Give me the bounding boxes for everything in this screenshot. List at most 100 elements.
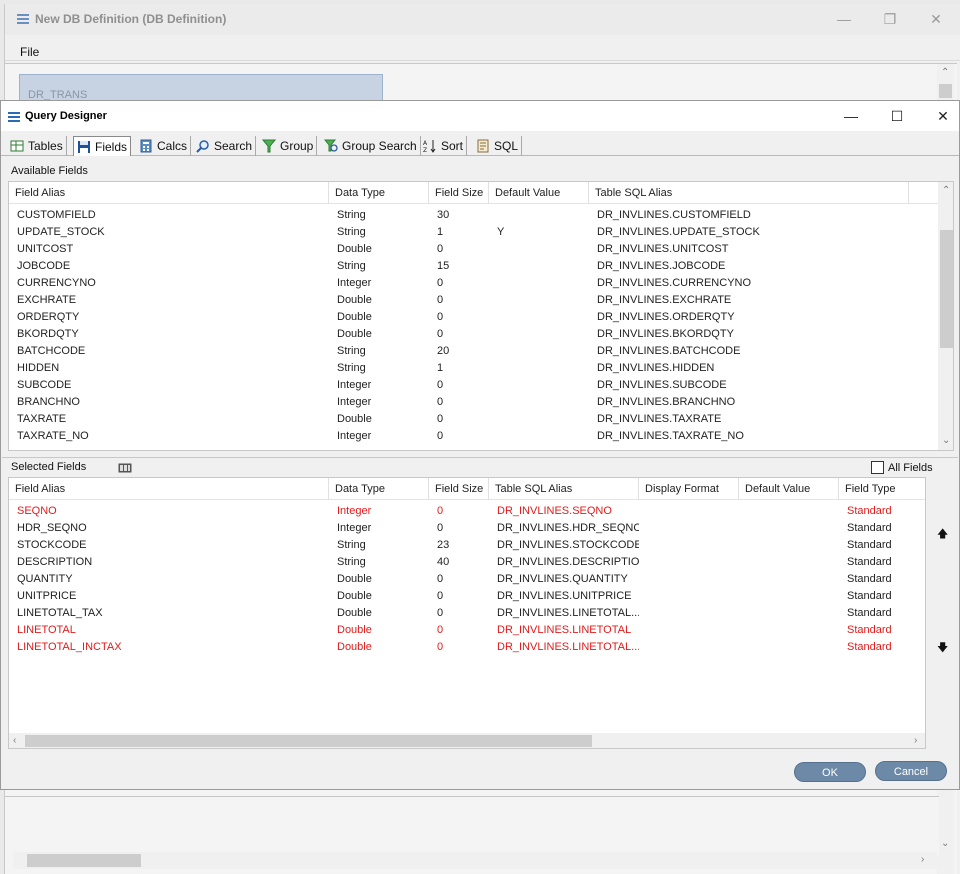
table-cell: BKORDQTY xyxy=(17,328,79,340)
tab-search[interactable]: Search xyxy=(193,136,257,156)
table-row[interactable]: TAXRATE Double 0 DR_INVLINES.TAXRATE xyxy=(9,411,938,428)
table-row[interactable]: CURRENCYNO Integer 0 DR_INVLINES.CURRENCYNO xyxy=(9,275,938,292)
scroll-thumb[interactable] xyxy=(27,854,141,867)
cancel-button[interactable]: Cancel xyxy=(875,761,947,781)
svg-text:Z: Z xyxy=(423,147,427,153)
close-icon[interactable]: ✕ xyxy=(913,4,959,35)
scroll-down-icon[interactable]: ⌄ xyxy=(941,839,949,849)
scroll-thumb[interactable] xyxy=(940,230,953,348)
table-cell xyxy=(739,622,839,639)
table-cell: DR_INVLINES.UPDATE_STOCK xyxy=(597,226,760,238)
table-cell xyxy=(639,622,739,639)
table-cell: 0 xyxy=(437,379,444,391)
tab-sql[interactable]: SQL xyxy=(473,136,523,156)
restore-icon[interactable]: ❐ xyxy=(867,4,913,35)
column-header[interactable]: Table SQL Alias xyxy=(489,478,639,500)
table-row[interactable]: CUSTOMFIELD String 30 DR_INVLINES.CUSTOMFIE… xyxy=(9,207,938,224)
film-strip-icon[interactable] xyxy=(118,463,132,476)
table-row[interactable]: TAXRATE_NO Integer 0 DR_INVLINES.TAXRATE_NO xyxy=(9,428,938,445)
menu-file[interactable]: File xyxy=(20,45,39,59)
scroll-down-icon[interactable]: ⌄ xyxy=(942,436,950,446)
table-row[interactable]: STOCKCODE String 23 DR_INVLINES.STOCKCODE St… xyxy=(9,537,925,554)
maximize-icon[interactable]: ☐ xyxy=(874,101,920,131)
selected-horizontal-scrollbar[interactable]: ‹ › xyxy=(9,733,925,748)
outer-horizontal-scrollbar[interactable]: › xyxy=(13,852,937,869)
table-cell xyxy=(639,503,739,520)
tab-label: Sort xyxy=(441,139,464,153)
table-row[interactable]: HDR_SEQNO Integer 0 DR_INVLINES.HDR_SEQNO St… xyxy=(9,520,925,537)
tab-label: Calcs xyxy=(157,139,188,153)
table-cell: BATCHCODE xyxy=(17,345,86,357)
table-row[interactable]: LINETOTAL Double 0 DR_INVLINES.LINETOTAL Sta… xyxy=(9,622,925,639)
table-row[interactable]: BKORDQTY Double 0 DR_INVLINES.BKORDQTY xyxy=(9,326,938,343)
table-cell: DR_INVLINES.UNITCOST xyxy=(597,243,729,255)
column-header[interactable]: Field Alias xyxy=(9,182,329,204)
table-cell xyxy=(639,520,739,537)
table-row[interactable]: SEQNO Integer 0 DR_INVLINES.SEQNO Standard xyxy=(9,503,925,520)
table-row[interactable]: SUBCODE Integer 0 DR_INVLINES.SUBCODE xyxy=(9,377,938,394)
table-box-dr-trans[interactable]: DR_TRANS xyxy=(19,74,383,101)
selected-fields-header: Field Alias Data Type Field Size Table S… xyxy=(9,478,925,500)
table-cell: DR_INVLINES.STOCKCODE xyxy=(497,539,639,551)
available-fields-label: Available Fields xyxy=(11,165,88,177)
column-header[interactable]: Field Size xyxy=(429,182,489,204)
table-cell: DR_INVLINES.UNITPRICE xyxy=(497,590,632,602)
all-fields-checkbox[interactable] xyxy=(871,461,884,474)
column-header[interactable]: Default Value xyxy=(489,182,589,204)
table-cell: Double xyxy=(337,413,372,425)
scroll-right-icon[interactable]: › xyxy=(921,855,924,865)
table-cell: CUSTOMFIELD xyxy=(17,209,96,221)
column-header[interactable]: Field Type xyxy=(839,478,925,500)
ok-button[interactable]: OK xyxy=(794,762,866,782)
close-icon[interactable]: ✕ xyxy=(920,101,960,131)
table-cell: UNITCOST xyxy=(17,243,74,255)
table-row[interactable]: JOBCODE String 15 DR_INVLINES.JOBCODE xyxy=(9,258,938,275)
scroll-thumb[interactable] xyxy=(939,84,952,98)
move-down-arrow-icon[interactable]: 🡇 xyxy=(937,639,948,658)
table-row[interactable]: LINETOTAL_INCTAX Double 0 DR_INVLINES.LINET… xyxy=(9,639,925,656)
tab-fields[interactable]: Fields xyxy=(73,136,132,156)
move-up-arrow-icon[interactable]: 🡅 xyxy=(937,525,948,544)
table-cell: DR_INVLINES.TAXRATE_NO xyxy=(597,430,744,442)
column-header[interactable]: Data Type xyxy=(329,478,429,500)
table-row[interactable]: BATCHCODE String 20 DR_INVLINES.BATCHCODE xyxy=(9,343,938,360)
scroll-thumb[interactable] xyxy=(25,735,592,747)
column-header[interactable]: Default Value xyxy=(739,478,839,500)
table-row[interactable]: QUANTITY Double 0 DR_INVLINES.QUANTITY Stand… xyxy=(9,571,925,588)
table-row[interactable]: UPDATE_STOCK String 1 Y DR_INVLINES.UPDATE_S… xyxy=(9,224,938,241)
column-header[interactable]: Data Type xyxy=(329,182,429,204)
available-vertical-scrollbar[interactable]: ⌃ ⌄ xyxy=(938,182,953,450)
table-row[interactable]: DESCRIPTION String 40 DR_INVLINES.DESCRIPTI… xyxy=(9,554,925,571)
tab-tables[interactable]: Tables xyxy=(7,136,67,156)
table-row[interactable]: UNITCOST Double 0 DR_INVLINES.UNITCOST xyxy=(9,241,938,258)
minimize-icon[interactable]: — xyxy=(828,101,874,131)
table-cell: 0 xyxy=(437,641,444,653)
scroll-left-icon[interactable]: ‹ xyxy=(13,736,16,746)
tab-sort[interactable]: AZ Sort xyxy=(420,136,468,156)
table-row[interactable]: ORDERQTY Double 0 DR_INVLINES.ORDERQTY xyxy=(9,309,938,326)
tab-calcs[interactable]: Calcs xyxy=(136,136,192,156)
column-header[interactable]: Table SQL Alias xyxy=(589,182,909,204)
minimize-icon[interactable]: — xyxy=(821,4,867,35)
column-header[interactable]: Field Alias xyxy=(9,478,329,500)
table-row[interactable]: EXCHRATE Double 0 DR_INVLINES.EXCHRATE xyxy=(9,292,938,309)
tab-group[interactable]: Group xyxy=(259,136,318,156)
scroll-up-icon[interactable]: ⌃ xyxy=(941,68,949,78)
table-cell: Double xyxy=(337,607,372,619)
table-row[interactable]: LINETOTAL_TAX Double 0 DR_INVLINES.LINETOTA… xyxy=(9,605,925,622)
tab-group-search[interactable]: Group Search xyxy=(321,136,421,156)
tab-label: SQL xyxy=(494,139,519,153)
column-header[interactable]: Field Size xyxy=(429,478,489,500)
scroll-up-icon[interactable]: ⌃ xyxy=(942,186,950,196)
table-cell xyxy=(639,571,739,588)
scroll-right-icon[interactable]: › xyxy=(914,736,917,746)
table-cell: 40 xyxy=(437,556,450,568)
sql-script-icon xyxy=(476,139,490,153)
table-row[interactable]: BRANCHNO Integer 0 DR_INVLINES.BRANCHNO xyxy=(9,394,938,411)
table-cell: QUANTITY xyxy=(17,573,73,585)
table-cell: UPDATE_STOCK xyxy=(17,226,105,238)
table-row[interactable]: UNITPRICE Double 0 DR_INVLINES.UNITPRICE Sta… xyxy=(9,588,925,605)
table-cell: Double xyxy=(337,294,372,306)
table-row[interactable]: HIDDEN String 1 DR_INVLINES.HIDDEN xyxy=(9,360,938,377)
column-header[interactable]: Display Format xyxy=(639,478,739,500)
